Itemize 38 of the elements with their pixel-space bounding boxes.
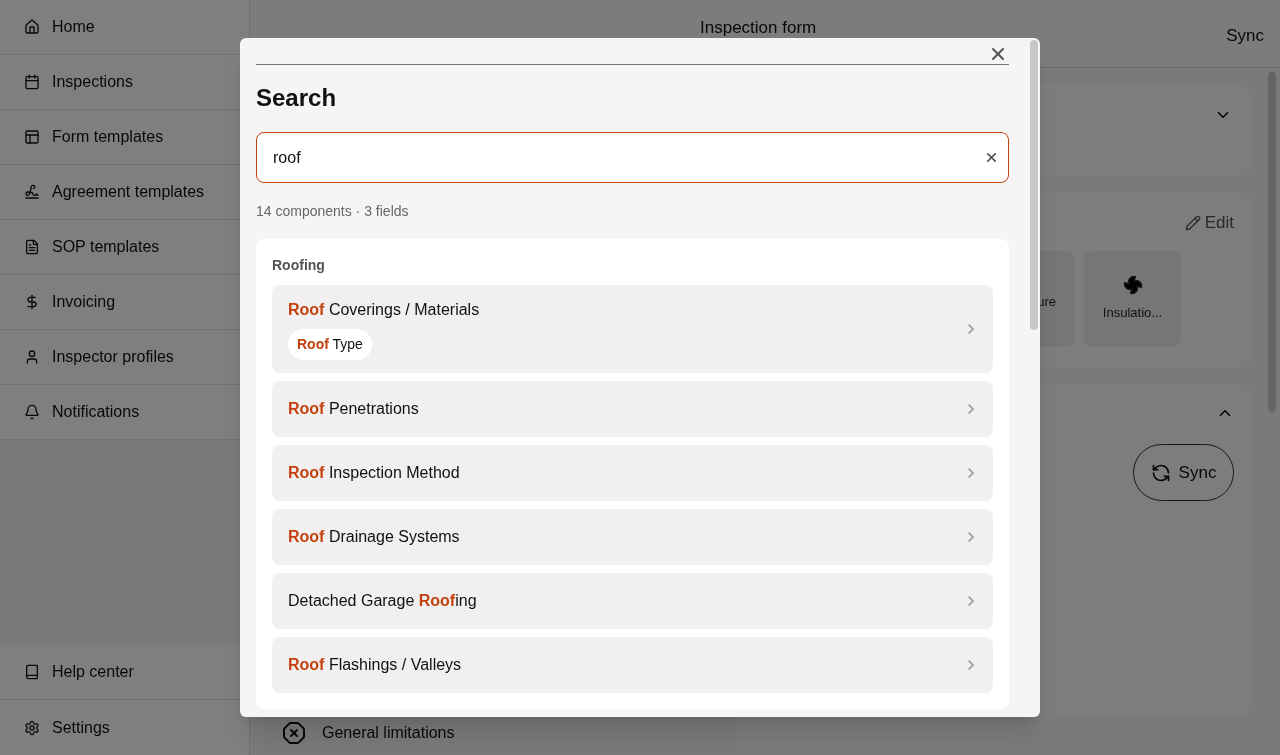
result-title: Detached Garage Roofing (288, 591, 477, 611)
result-item[interactable]: Roof Flashings / Valleys (272, 637, 993, 693)
bell-icon (24, 404, 40, 420)
signature-icon (24, 184, 40, 200)
refresh-icon (1150, 462, 1171, 483)
field-chip[interactable]: Roof Type (288, 329, 372, 360)
calendar-icon (24, 74, 40, 90)
result-title: Roof Coverings / Materials (288, 300, 480, 320)
search-field[interactable]: roof (256, 132, 1009, 183)
result-title: Roof Flashings / Valleys (288, 655, 462, 675)
result-title: Roof Drainage Systems (288, 527, 460, 547)
settings-icon (24, 719, 40, 736)
edit-button[interactable]: Edit (1184, 210, 1234, 236)
layout-icon (24, 129, 40, 145)
sync-link[interactable]: Sync (1226, 22, 1264, 49)
result-title: Roof Inspection Method (288, 463, 460, 483)
pencil-icon (1184, 214, 1201, 231)
result-item[interactable]: Roof Drainage Systems (272, 509, 993, 565)
page-title: Inspection form (700, 16, 817, 39)
fan-icon (1122, 274, 1143, 295)
result-item[interactable]: Detached Garage Roofing (272, 573, 993, 629)
document-icon (24, 239, 40, 255)
book-icon (24, 664, 40, 680)
sidebar-item[interactable]: Home (0, 0, 249, 55)
result-title: Roof Penetrations (288, 399, 419, 419)
result-item[interactable]: Roof Coverings / Materials Roof Type (272, 285, 993, 373)
result-count: 14 components · 3 fields (256, 202, 410, 221)
result-item[interactable]: Roof Inspection Method (272, 445, 993, 501)
dollar-icon (24, 294, 40, 310)
group-label: Roofing (272, 256, 326, 275)
result-item[interactable]: Roof Penetrations (272, 381, 993, 437)
dialog-title: Search (256, 83, 338, 113)
octagon-x-icon (282, 720, 306, 745)
sidebar-item[interactable]: Settings (0, 700, 249, 755)
clear-icon[interactable] (984, 150, 999, 165)
category-tile[interactable]: Insulatio... (1084, 250, 1181, 347)
user-icon (24, 349, 40, 365)
home-icon (24, 19, 40, 35)
